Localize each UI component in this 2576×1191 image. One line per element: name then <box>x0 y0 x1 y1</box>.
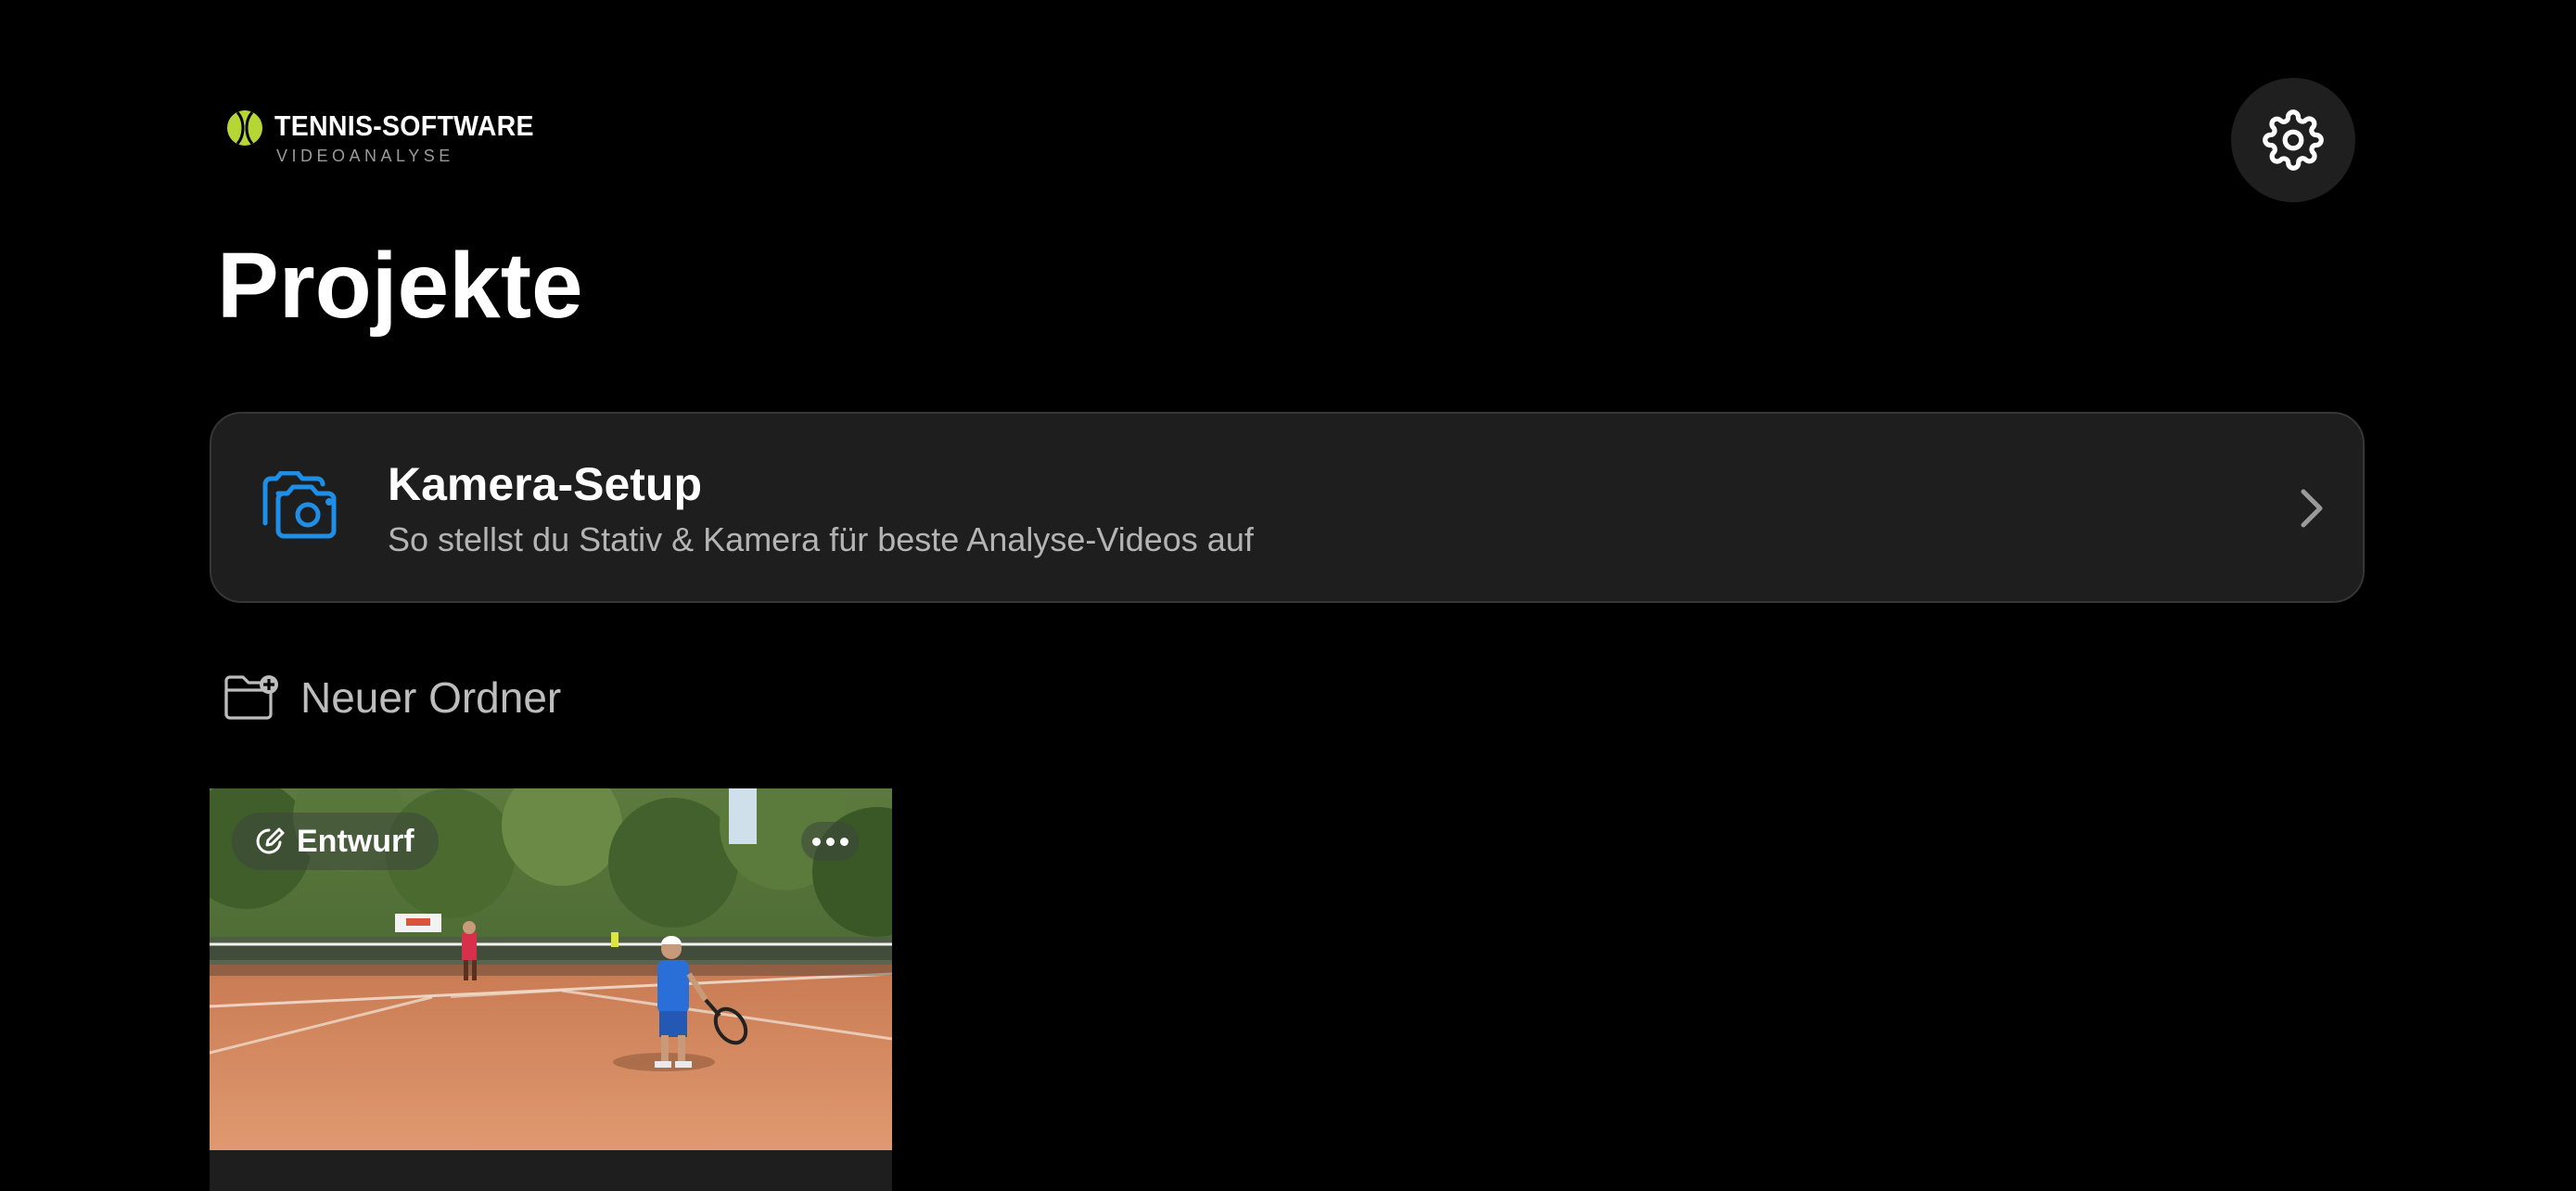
camera-icon <box>262 471 337 539</box>
page-title: Projekte <box>217 234 583 338</box>
status-badge: Entwurf <box>232 813 439 870</box>
folder-plus-icon <box>224 675 278 720</box>
camera-setup-subtitle: So stellst du Stativ & Kamera für beste … <box>388 520 1254 558</box>
project-card[interactable]: Entwurf <box>210 788 892 1191</box>
chevron-right-icon <box>2301 489 2323 528</box>
app-logo: TENNIS-SOFTWARE VIDEOANALYSE <box>226 108 560 171</box>
more-dots-icon[interactable] <box>801 822 859 861</box>
tennis-ball-icon <box>227 110 262 146</box>
gear-icon <box>2263 109 2324 171</box>
projects-screen: TENNIS-SOFTWARE VIDEOANALYSE Projekte Ka… <box>0 0 2576 1191</box>
new-folder-label: Neuer Ordner <box>300 673 562 722</box>
status-label: Entwurf <box>297 823 414 859</box>
logo-subtitle: VIDEOANALYSE <box>276 147 454 165</box>
edit-circle-icon <box>256 827 285 854</box>
new-folder-button[interactable]: Neuer Ordner <box>223 668 561 727</box>
dot <box>811 837 821 846</box>
settings-button[interactable] <box>2231 78 2355 202</box>
camera-setup-card[interactable]: Kamera-Setup So stellst du Stativ & Kame… <box>210 412 2365 603</box>
dot <box>839 837 848 846</box>
dot <box>825 837 835 846</box>
camera-setup-title: Kamera-Setup <box>388 458 702 510</box>
logo-title: TENNIS-SOFTWARE <box>274 109 534 142</box>
